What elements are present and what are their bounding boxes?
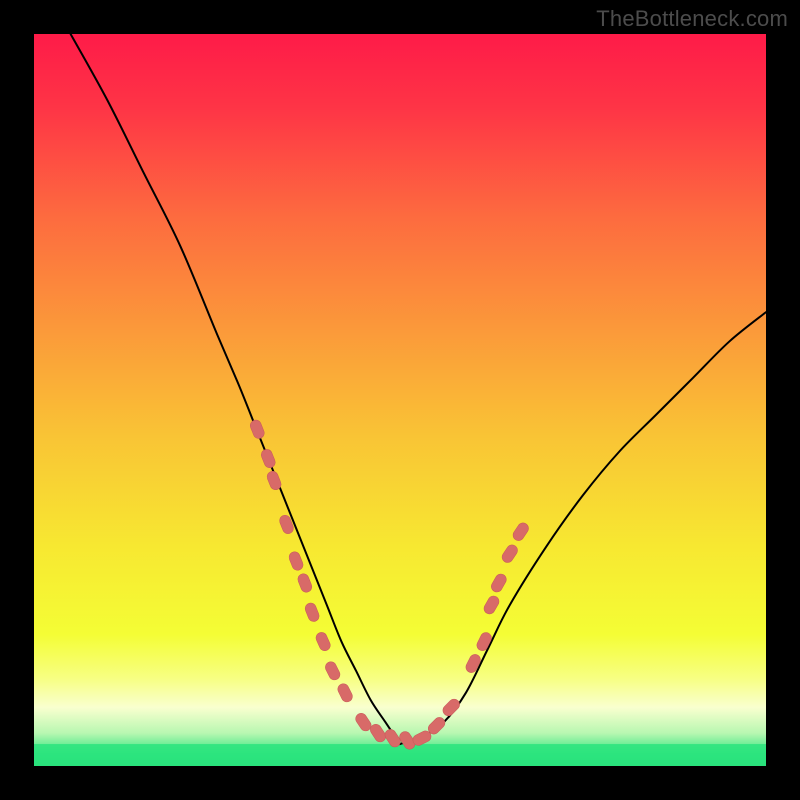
chart-frame: TheBottleneck.com <box>0 0 800 800</box>
gradient-background <box>34 34 766 766</box>
bottom-band <box>34 744 766 766</box>
plot-area <box>34 34 766 766</box>
chart-svg <box>34 34 766 766</box>
watermark: TheBottleneck.com <box>596 6 788 32</box>
